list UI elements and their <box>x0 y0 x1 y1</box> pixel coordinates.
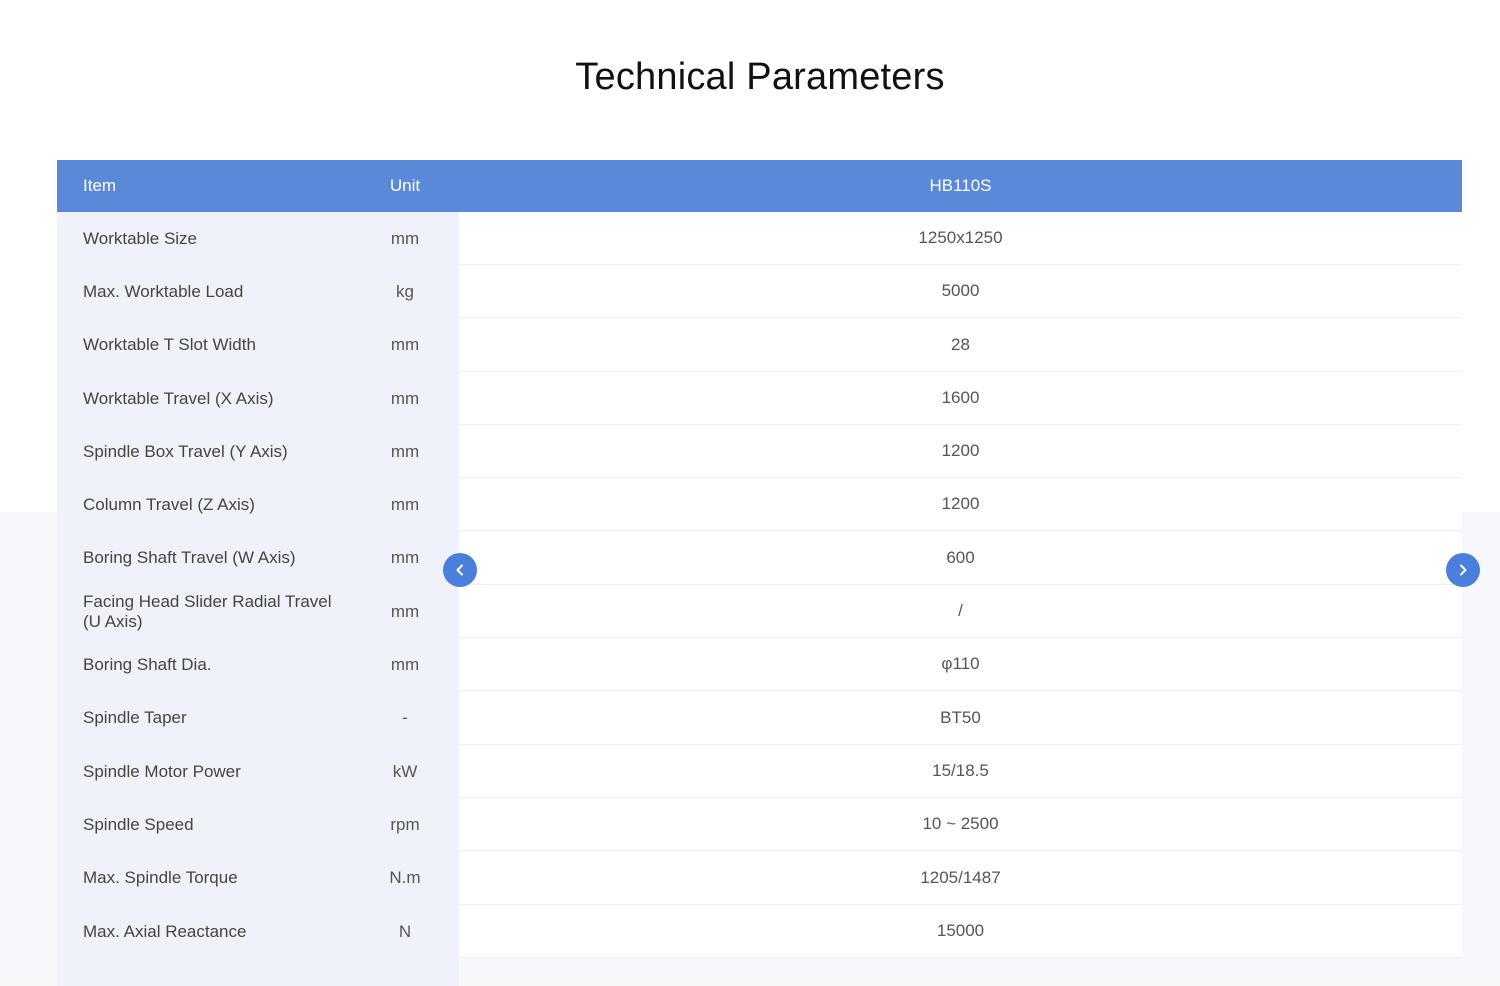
table-row: Max. Axial Reactance N 15000 <box>57 904 1462 958</box>
row-item: Worktable Size <box>83 228 198 248</box>
table-row: Spindle Motor Power kW 15/18.5 <box>57 744 1462 798</box>
header-unit: Unit <box>389 176 421 195</box>
row-item: Worktable Travel (X Axis) <box>83 388 274 408</box>
header-item: Item <box>83 176 117 195</box>
row-unit: N.m <box>389 868 421 888</box>
row-value: 1600 <box>459 371 1462 425</box>
row-unit: mm <box>390 548 420 568</box>
header-model: HB110S <box>929 176 992 195</box>
table-row: Spindle Speed rpm 10 ~ 2500 <box>57 798 1462 852</box>
row-item: Spindle Motor Power <box>83 761 241 781</box>
row-unit: N <box>398 921 412 941</box>
chevron-right-icon <box>1460 564 1467 576</box>
row-value: / <box>459 585 1462 639</box>
table-row: Max. Spindle Torque N.m 1205/1487 <box>57 851 1462 905</box>
parameters-table: Item Unit HB110S Worktable Size mm 1250x… <box>57 160 1462 986</box>
row-value: 600 <box>459 531 1462 585</box>
row-value: 15000 <box>459 904 1462 958</box>
row-value: φ110 <box>459 638 1462 692</box>
row-unit: mm <box>390 495 420 515</box>
row-item: Facing Head Slider Radial Travel (U Axis… <box>83 591 332 631</box>
row-value: 1205/1487 <box>459 851 1462 905</box>
row-unit: rpm <box>390 814 420 834</box>
row-item: Max. Spindle Torque <box>83 868 238 888</box>
table-row: Worktable Size mm 1250x1250 <box>57 212 1462 265</box>
table-row: Boring Shaft Travel (W Axis) mm 600 <box>57 531 1462 585</box>
row-item: Boring Shaft Dia. <box>83 655 212 675</box>
row-value: 10 ~ 2500 <box>459 798 1462 852</box>
row-item: Spindle Taper <box>83 708 187 728</box>
row-value: 1200 <box>459 425 1462 479</box>
row-value: 28 <box>459 318 1462 372</box>
row-unit: mm <box>390 388 420 408</box>
row-value: 15/18.5 <box>459 744 1462 798</box>
carousel-prev-button[interactable] <box>443 553 477 587</box>
table-row: Max. Worktable Load kg 5000 <box>57 265 1462 319</box>
row-value: 1200 <box>459 478 1462 532</box>
chevron-left-icon <box>456 564 463 576</box>
table-row: Boring Shaft Dia. mm φ110 <box>57 638 1462 692</box>
table-header: Item Unit HB110S <box>57 160 1462 212</box>
table-row: Worktable T Slot Width mm 28 <box>57 318 1462 372</box>
carousel-next-button[interactable] <box>1446 553 1480 587</box>
row-unit: mm <box>390 601 420 621</box>
row-item: Spindle Speed <box>83 814 194 834</box>
row-unit: mm <box>390 335 420 355</box>
row-item: Column Travel (Z Axis) <box>83 495 255 515</box>
row-item: Boring Shaft Travel (W Axis) <box>83 548 296 568</box>
row-item: Worktable T Slot Width <box>83 335 256 355</box>
row-value: BT50 <box>459 691 1462 745</box>
table-row: Facing Head Slider Radial Travel (U Axis… <box>57 585 1462 639</box>
row-unit: - <box>402 708 408 728</box>
row-unit: kW <box>392 761 418 781</box>
row-item: Max. Worktable Load <box>83 281 244 301</box>
row-item: Spindle Box Travel (Y Axis) <box>83 441 288 461</box>
row-unit: kg <box>396 281 414 301</box>
row-value: 5000 <box>459 265 1462 319</box>
page-title: Technical Parameters <box>575 56 945 98</box>
table-body: Worktable Size mm 1250x1250 Max. Worktab… <box>57 212 1462 958</box>
table-row: Worktable Travel (X Axis) mm 1600 <box>57 371 1462 425</box>
row-unit: mm <box>390 441 420 461</box>
row-item: Max. Axial Reactance <box>83 921 247 941</box>
row-value: 1250x1250 <box>459 212 1462 265</box>
table-row: Column Travel (Z Axis) mm 1200 <box>57 478 1462 532</box>
table-row: Spindle Box Travel (Y Axis) mm 1200 <box>57 425 1462 479</box>
row-unit: mm <box>390 228 420 248</box>
table-row: Spindle Taper - BT50 <box>57 691 1462 745</box>
row-unit: mm <box>390 655 420 675</box>
